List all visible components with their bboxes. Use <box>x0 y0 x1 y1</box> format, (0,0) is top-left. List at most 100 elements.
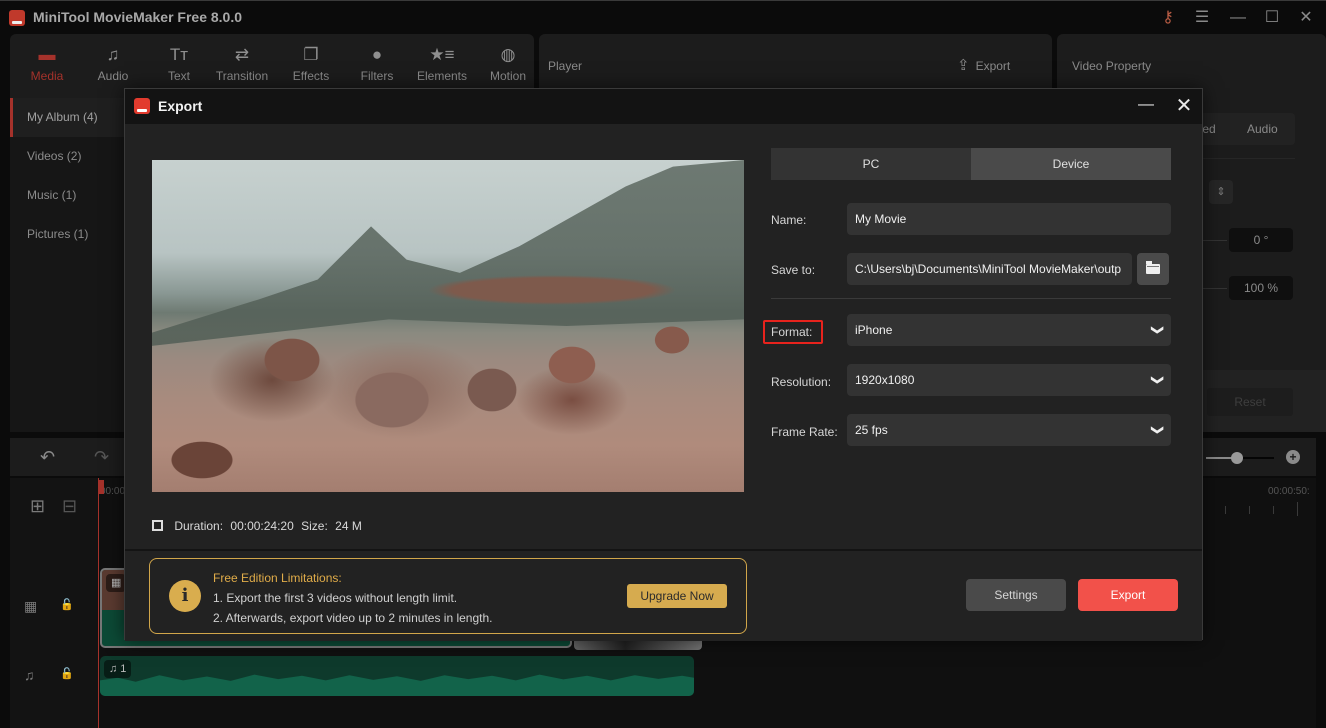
app-logo-icon <box>134 98 150 114</box>
player-title: Player <box>548 59 583 73</box>
ruler-tick <box>1225 506 1226 514</box>
motion-ball-icon: ◍ <box>500 45 516 64</box>
free-edition-limitations: i Free Edition Limitations: 1. Export th… <box>149 558 747 634</box>
duration-label: Duration: <box>174 519 224 533</box>
tool-label: Media <box>30 69 64 83</box>
tool-label: Text <box>167 69 190 83</box>
export-dialog: Export — ✕ Duration: 00:00:24:20 Size: 2… <box>124 88 1203 641</box>
album-item-my-album[interactable]: My Album (4) <box>10 98 124 137</box>
text-icon: Tт <box>169 45 189 64</box>
add-track-icon[interactable]: ⊞ <box>30 496 45 517</box>
reset-button[interactable]: Reset <box>1207 388 1293 416</box>
name-input[interactable]: My Movie <box>847 203 1171 235</box>
player-header: Player ⇪ Export <box>539 34 1052 96</box>
size-value: 24 M <box>335 519 362 533</box>
dialog-minimize-icon[interactable]: — <box>1135 95 1157 117</box>
flip-vertical-icon[interactable]: ⇕ <box>1209 180 1233 204</box>
remove-track-icon[interactable]: ⊟ <box>62 496 77 517</box>
audio-clip[interactable]: ♫ 1 <box>100 656 694 696</box>
transition-arrows-icon: ⇄ <box>234 45 250 64</box>
close-icon[interactable]: ✕ <box>1294 7 1318 29</box>
folder-icon <box>1146 261 1160 274</box>
playhead[interactable] <box>98 478 99 728</box>
ruler-end-time: 00:00:50: <box>1268 486 1310 497</box>
ruler-tick <box>1297 502 1298 516</box>
tool-effects[interactable]: ❐ Effects <box>278 44 344 83</box>
resolution-value: 1920x1080 <box>855 373 915 387</box>
tool-motion[interactable]: ◍ Motion <box>475 44 541 83</box>
timeline-zoom-slider[interactable] <box>1206 452 1274 464</box>
album-item-music[interactable]: Music (1) <box>10 176 124 215</box>
album-list: My Album (4) Videos (2) Music (1) Pictur… <box>10 98 124 432</box>
album-item-videos[interactable]: Videos (2) <box>10 137 124 176</box>
limitations-title: Free Edition Limitations: <box>213 571 342 585</box>
upgrade-now-button[interactable]: Upgrade Now <box>627 584 727 608</box>
tab-audio[interactable]: Audio <box>1247 122 1278 136</box>
dialog-close-icon[interactable]: ✕ <box>1173 95 1195 117</box>
tab-device[interactable]: Device <box>971 148 1171 180</box>
lock-icon[interactable]: 🔓 <box>60 667 74 680</box>
video-meta: Duration: 00:00:24:20 Size: 24 M <box>152 519 366 533</box>
export-button[interactable]: Export <box>1078 579 1178 611</box>
tool-filters[interactable]: ● Filters <box>344 44 410 83</box>
maximize-icon[interactable]: ☐ <box>1260 7 1284 29</box>
dialog-title: Export <box>158 98 203 114</box>
music-note-icon: ♫ <box>106 45 120 64</box>
rotation-value[interactable]: 0 ° <box>1229 228 1293 252</box>
effects-icon: ❐ <box>303 45 319 64</box>
format-value: iPhone <box>855 323 893 337</box>
preview-rocks <box>152 160 744 492</box>
browse-folder-button[interactable] <box>1137 253 1169 285</box>
tool-label: Effects <box>292 69 330 83</box>
audio-clip-badge: ♫ 1 <box>104 660 132 678</box>
tool-audio[interactable]: ♫ Audio <box>80 44 146 83</box>
format-select[interactable]: iPhone ❯ <box>847 314 1171 346</box>
video-property-title: Video Property <box>1072 59 1152 73</box>
undo-icon[interactable]: ↶ <box>40 447 55 468</box>
elements-star-icon: ★≡ <box>429 45 455 64</box>
ruler-tick <box>1249 506 1250 514</box>
frame-rate-select[interactable]: 25 fps ❯ <box>847 414 1171 446</box>
menu-icon[interactable]: ☰ <box>1190 7 1214 29</box>
tool-label: Audio <box>97 69 129 83</box>
frame-rate-label: Frame Rate: <box>771 425 838 439</box>
lock-icon[interactable]: 🔓 <box>60 598 74 611</box>
save-to-label: Save to: <box>771 263 816 277</box>
app-logo-icon <box>9 10 25 26</box>
tool-transition[interactable]: ⇄ Transition <box>209 44 275 83</box>
key-icon[interactable]: ⚷ <box>1156 7 1180 29</box>
tool-media[interactable]: ▬ Media <box>14 44 80 83</box>
track-headers: ⊞ ⊟ ▦ 🔓 ♫ 🔓 <box>10 478 98 728</box>
size-label: Size: <box>301 519 328 533</box>
limitation-line-2: 2. Afterwards, export video up to 2 minu… <box>213 611 493 625</box>
zoom-in-icon[interactable]: + <box>1286 450 1300 464</box>
tool-label: Motion <box>489 69 527 83</box>
format-label: Format: <box>771 325 813 339</box>
app-title-bar: MiniTool MovieMaker Free 8.0.0 ⚷ ☰ — ☐ ✕ <box>0 0 1326 34</box>
tool-text[interactable]: Tт Text <box>146 44 212 83</box>
tool-label: Elements <box>416 69 468 83</box>
limitation-line-1: 1. Export the first 3 videos without len… <box>213 591 458 605</box>
scale-value[interactable]: 100 % <box>1229 276 1293 300</box>
video-track-icon: ▦ <box>24 598 38 614</box>
filters-icon: ● <box>371 45 383 64</box>
dialog-footer: i Free Edition Limitations: 1. Export th… <box>125 549 1202 641</box>
resolution-select[interactable]: 1920x1080 ❯ <box>847 364 1171 396</box>
chevron-down-icon: ❯ <box>1150 374 1165 386</box>
audio-track-icon: ♫ <box>24 667 35 683</box>
app-title: MiniTool MovieMaker Free 8.0.0 <box>33 9 243 25</box>
tab-pc[interactable]: PC <box>771 148 971 180</box>
save-to-input[interactable]: C:\Users\bj\Documents\MiniTool MovieMake… <box>847 253 1132 285</box>
player-export-button[interactable]: ⇪ Export <box>957 56 1010 74</box>
album-item-pictures[interactable]: Pictures (1) <box>10 215 124 254</box>
video-preview-image <box>152 160 744 492</box>
settings-button[interactable]: Settings <box>966 579 1066 611</box>
tool-label: Transition <box>215 69 269 83</box>
redo-icon[interactable]: ↷ <box>94 447 109 468</box>
chevron-down-icon: ❯ <box>1150 424 1165 436</box>
ruler-tick <box>1273 506 1274 514</box>
duration-value: 00:00:24:20 <box>230 519 294 533</box>
minimize-icon[interactable]: — <box>1226 7 1250 29</box>
tool-elements[interactable]: ★≡ Elements <box>409 44 475 83</box>
zoom-slider-knob[interactable] <box>1231 452 1243 464</box>
